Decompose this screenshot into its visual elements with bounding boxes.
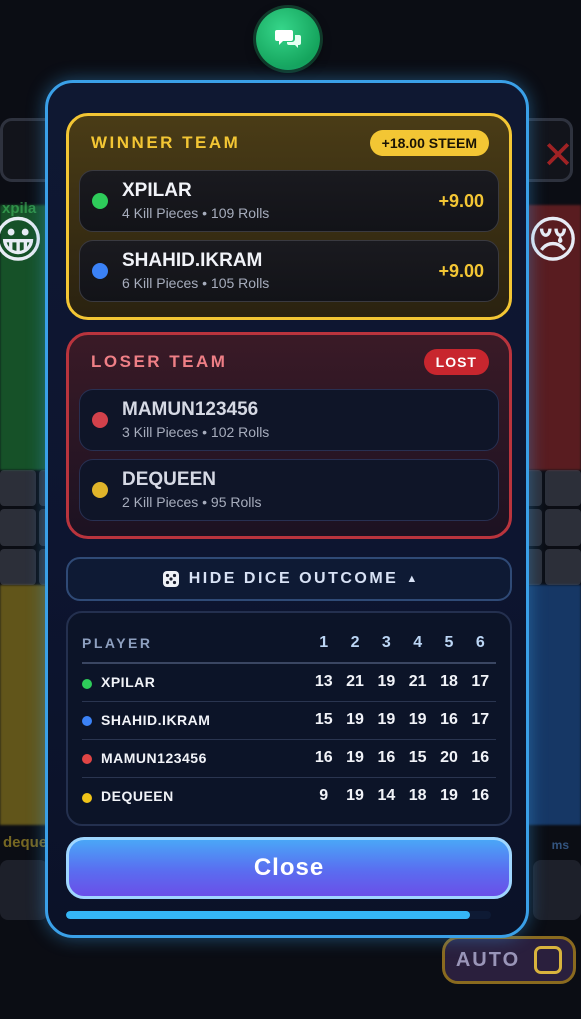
table-cell: 21 [402, 663, 434, 702]
table-cell: 19 [339, 739, 371, 778]
player-row: SHAHID.IKRAM 6 Kill Pieces • 105 Rolls +… [79, 240, 499, 302]
table-cell: 9 [319, 787, 329, 805]
chat-button[interactable] [256, 8, 320, 70]
winner-team-card: WINNER TEAM +18.00 STEEM XPILAR 4 Kill P… [66, 113, 512, 320]
table-cell: 15 [402, 739, 434, 778]
table-player-name: XPILAR [101, 674, 156, 691]
table-cell: 17 [464, 663, 496, 702]
table-player-name: MAMUN123456 [101, 750, 207, 766]
player-name: XPILAR [122, 179, 192, 201]
countdown-progress-bar [66, 911, 491, 919]
table-cell: 19 [440, 787, 458, 805]
dice-icon [162, 571, 179, 587]
winner-team-title: WINNER TEAM [91, 133, 241, 152]
lost-badge: LOST [423, 349, 489, 375]
table-cell: 16 [433, 701, 465, 740]
table-header-row: PLAYER 1 2 3 4 5 6 [82, 623, 496, 664]
avatar [533, 860, 581, 920]
table-cell: 19 [346, 787, 364, 805]
player-score: +9.00 [438, 190, 484, 211]
table-cell: 21 [339, 663, 371, 702]
player-score: +9.00 [438, 260, 484, 281]
bg-player-name: ms [551, 838, 569, 852]
game-results-modal: WINNER TEAM +18.00 STEEM XPILAR 4 Kill P… [45, 80, 529, 938]
table-cell: 19 [402, 701, 434, 740]
column-header: 6 [464, 623, 496, 664]
column-header: 1 [308, 623, 340, 664]
table-row: SHAHID.IKRAM 15 19 19 19 16 17 [82, 701, 496, 740]
table-cell: 16 [308, 739, 340, 778]
table-row: MAMUN123456 16 19 16 15 20 16 [82, 739, 496, 778]
auto-play-toggle[interactable]: AUTO [442, 936, 576, 984]
column-header: 4 [402, 623, 434, 664]
emoji-icon: 😢 [526, 212, 579, 268]
player-name: SHAHID.IKRAM [122, 249, 263, 271]
table-cell: 16 [471, 787, 490, 805]
chat-bubbles-icon [275, 30, 301, 48]
player-stats: 3 Kill Pieces • 102 Rolls [122, 424, 270, 441]
column-header: 5 [433, 623, 465, 664]
checkbox-icon [534, 946, 563, 974]
bg-player-name: deque [3, 834, 48, 851]
auto-label: AUTO [455, 948, 521, 971]
table-cell: 15 [308, 701, 340, 740]
emoji-icon: 😀 [0, 212, 45, 268]
table-row: XPILAR 13 21 19 21 18 17 [82, 663, 496, 702]
player-color-dot [82, 754, 92, 765]
column-header: PLAYER [82, 623, 309, 664]
table-cell: 17 [464, 701, 496, 740]
player-color-dot [82, 716, 92, 727]
table-player-name: DEQUEEN [101, 788, 174, 805]
player-stats: 2 Kill Pieces • 95 Rolls [122, 494, 262, 511]
player-color-dot [82, 678, 92, 689]
table-cell: 16 [464, 739, 496, 778]
table-cell: 19 [370, 701, 402, 740]
table-cell: 18 [408, 787, 427, 805]
reward-badge: +18.00 STEEM [369, 130, 489, 156]
close-icon: ✕ [542, 135, 574, 177]
table-cell: 16 [370, 739, 402, 778]
player-name: MAMUN123456 [122, 398, 259, 420]
player-color-dot [92, 412, 108, 428]
close-label: Close [253, 854, 325, 881]
table-player-name: SHAHID.IKRAM [101, 712, 211, 728]
player-row: DEQUEEN 2 Kill Pieces • 95 Rolls [79, 459, 499, 521]
hide-dice-outcome-button[interactable]: HIDE DICE OUTCOME ▲ [66, 557, 512, 601]
player-color-dot [92, 263, 108, 279]
loser-team-card: LOSER TEAM LOST MAMUN123456 3 Kill Piece… [66, 332, 512, 539]
loser-team-title: LOSER TEAM [91, 352, 228, 371]
dice-toggle-label: HIDE DICE OUTCOME [188, 570, 399, 587]
player-row: XPILAR 4 Kill Pieces • 109 Rolls +9.00 [79, 170, 499, 232]
close-button[interactable]: Close [66, 837, 512, 899]
player-row: MAMUN123456 3 Kill Pieces • 102 Rolls [79, 389, 499, 451]
table-cell: 19 [339, 701, 371, 740]
player-stats: 6 Kill Pieces • 105 Rolls [122, 275, 270, 292]
table-row: DEQUEEN 9 19 14 18 19 16 [82, 777, 496, 815]
progress-fill [66, 911, 470, 919]
player-color-dot [82, 792, 92, 803]
player-name: DEQUEEN [122, 468, 216, 490]
table-cell: 20 [433, 739, 465, 778]
avatar [0, 860, 48, 920]
column-header: 2 [339, 623, 371, 664]
dice-outcome-table: PLAYER 1 2 3 4 5 6 XPILAR 13 21 19 21 18 [66, 611, 512, 826]
table-cell: 19 [370, 663, 402, 702]
bg-player-name: xpila [2, 200, 37, 217]
player-color-dot [92, 193, 108, 209]
column-header: 3 [370, 623, 402, 664]
player-color-dot [92, 482, 108, 498]
player-stats: 4 Kill Pieces • 109 Rolls [122, 205, 270, 222]
caret-up-icon: ▲ [406, 573, 418, 585]
table-cell: 14 [377, 787, 396, 805]
table-cell: 18 [433, 663, 465, 702]
table-cell: 13 [308, 663, 340, 702]
